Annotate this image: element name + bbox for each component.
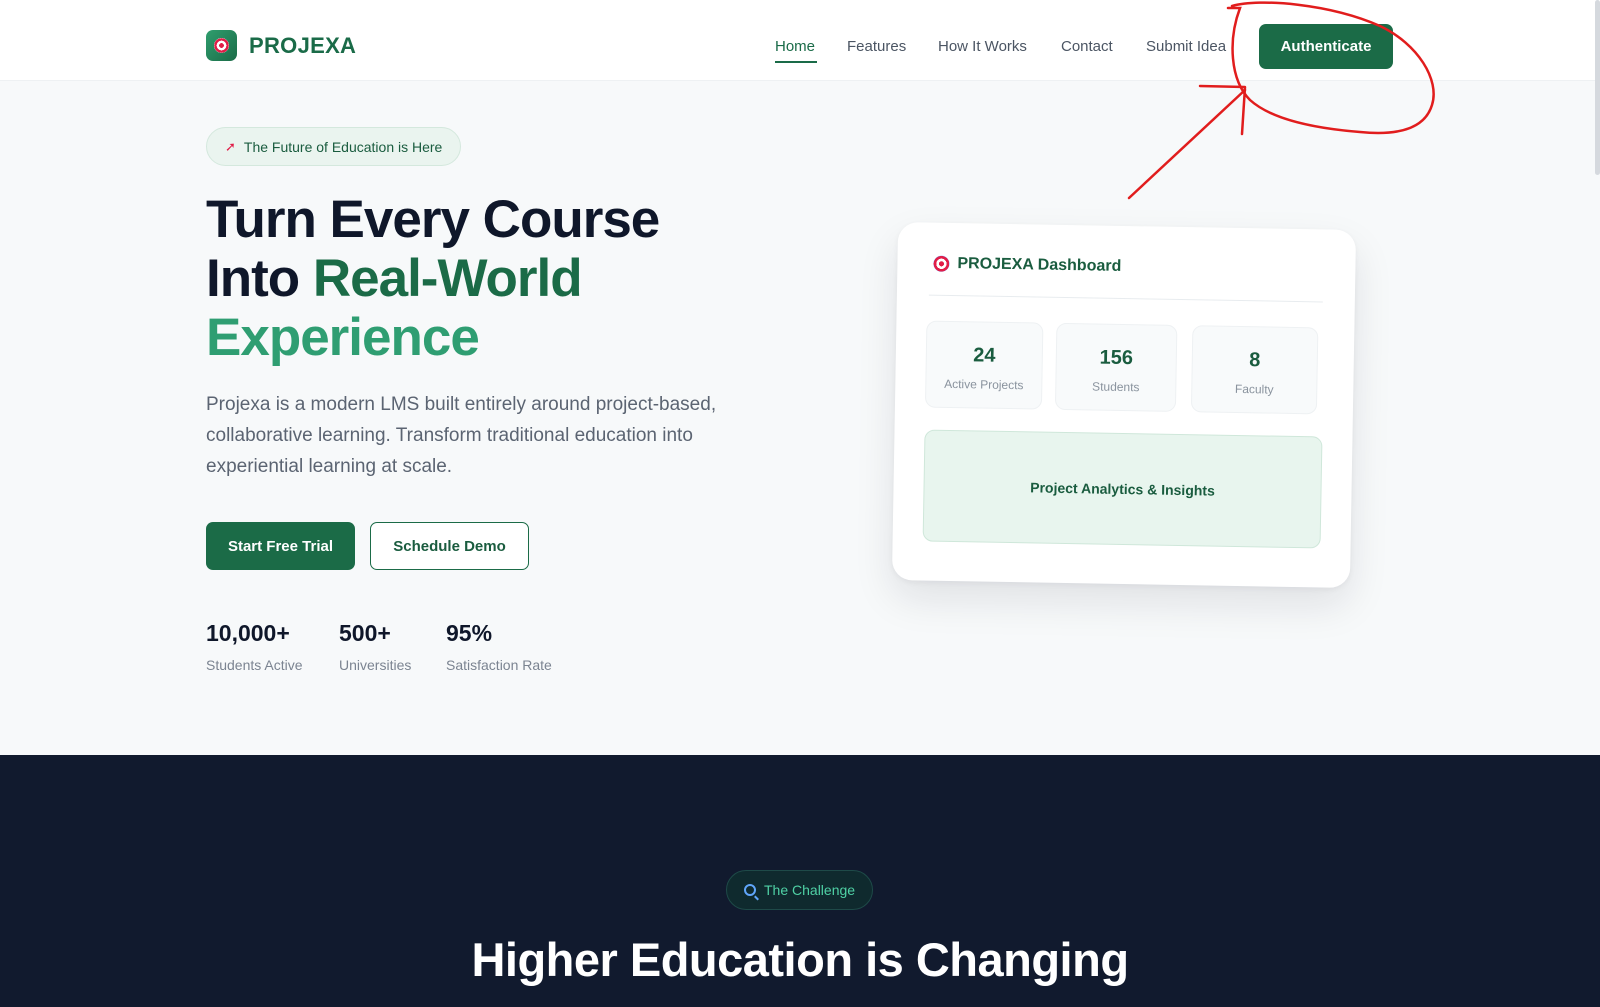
hero-badge-label: The Future of Education is Here xyxy=(243,138,443,155)
mini-stat-value: 8 xyxy=(1249,349,1261,372)
challenge-title: Higher Education is Changing xyxy=(471,933,1129,986)
hero-title: Turn Every Course Into Real-World Experi… xyxy=(206,190,660,367)
nav-link-how-it-works[interactable]: How It Works xyxy=(938,38,1027,55)
logo-mark xyxy=(206,30,237,61)
dashboard-stat-students: 156 Students xyxy=(1054,322,1178,412)
target-icon xyxy=(214,38,229,53)
mini-stat-label: Faculty xyxy=(1234,381,1274,397)
hero-stat-students: 10,000+ Students Active xyxy=(206,620,303,673)
rocket-icon: ➚ xyxy=(225,138,236,154)
challenge-badge: The Challenge xyxy=(726,870,874,910)
top-navbar: PROJEXA Home Features How It Works Conta… xyxy=(0,0,1600,81)
start-free-trial-button[interactable]: Start Free Trial xyxy=(206,522,355,570)
nav-link-contact[interactable]: Contact xyxy=(1061,38,1113,55)
dashboard-divider xyxy=(928,294,1323,303)
project-analytics-panel: Project Analytics & Insights xyxy=(922,429,1323,549)
dashboard-header: PROJEXA Dashboard xyxy=(933,255,1121,276)
hero-description: Projexa is a modern LMS built entirely a… xyxy=(206,394,717,477)
stat-value: 10,000+ xyxy=(206,620,290,646)
active-nav-indicator xyxy=(775,61,817,63)
mini-stat-label: Students xyxy=(1092,379,1140,395)
hero-title-line-2a: Into xyxy=(206,249,313,308)
hero-title-line-1: Turn Every Course xyxy=(206,190,660,249)
page-scrollbar[interactable] xyxy=(1595,0,1600,175)
hero-badge: ➚ The Future of Education is Here xyxy=(206,127,462,166)
dashboard-stat-active-projects: 24 Active Projects xyxy=(924,320,1044,410)
hero-stat-universities: 500+ Universities xyxy=(339,620,411,673)
stat-label: Students Active xyxy=(206,657,303,673)
annotation-arrow-shaft xyxy=(1127,88,1247,200)
mini-stat-value: 24 xyxy=(973,344,996,367)
hero-stat-satisfaction: 95% Satisfaction Rate xyxy=(446,620,552,673)
authenticate-button[interactable]: Authenticate xyxy=(1259,24,1393,69)
brand-name: PROJEXA xyxy=(249,32,357,58)
dashboard-preview-card: PROJEXA Dashboard 24 Active Projects 156… xyxy=(891,222,1357,588)
hero-title-line-3: Experience xyxy=(206,308,480,367)
brand-logo[interactable]: PROJEXA xyxy=(206,30,356,61)
magnifier-icon xyxy=(744,884,756,896)
mini-stat-label: Active Projects xyxy=(944,376,1024,393)
annotation-arrow-head xyxy=(1198,84,1247,136)
stat-value: 500+ xyxy=(339,620,391,646)
challenge-badge-label: The Challenge xyxy=(764,882,856,898)
stat-label: Satisfaction Rate xyxy=(446,657,552,673)
mini-stat-value: 156 xyxy=(1099,346,1134,370)
stat-label: Universities xyxy=(339,657,412,673)
schedule-demo-button[interactable]: Schedule Demo xyxy=(370,522,529,570)
dashboard-title: PROJEXA Dashboard xyxy=(957,255,1122,275)
nav-link-submit-idea[interactable]: Submit Idea xyxy=(1146,38,1226,55)
hero-title-line-2b: Real-World xyxy=(312,249,583,308)
stat-value: 95% xyxy=(446,620,493,646)
nav-link-features[interactable]: Features xyxy=(847,38,906,55)
nav-link-home[interactable]: Home xyxy=(775,38,815,55)
target-icon xyxy=(933,255,950,272)
dashboard-stat-faculty: 8 Faculty xyxy=(1190,325,1319,415)
